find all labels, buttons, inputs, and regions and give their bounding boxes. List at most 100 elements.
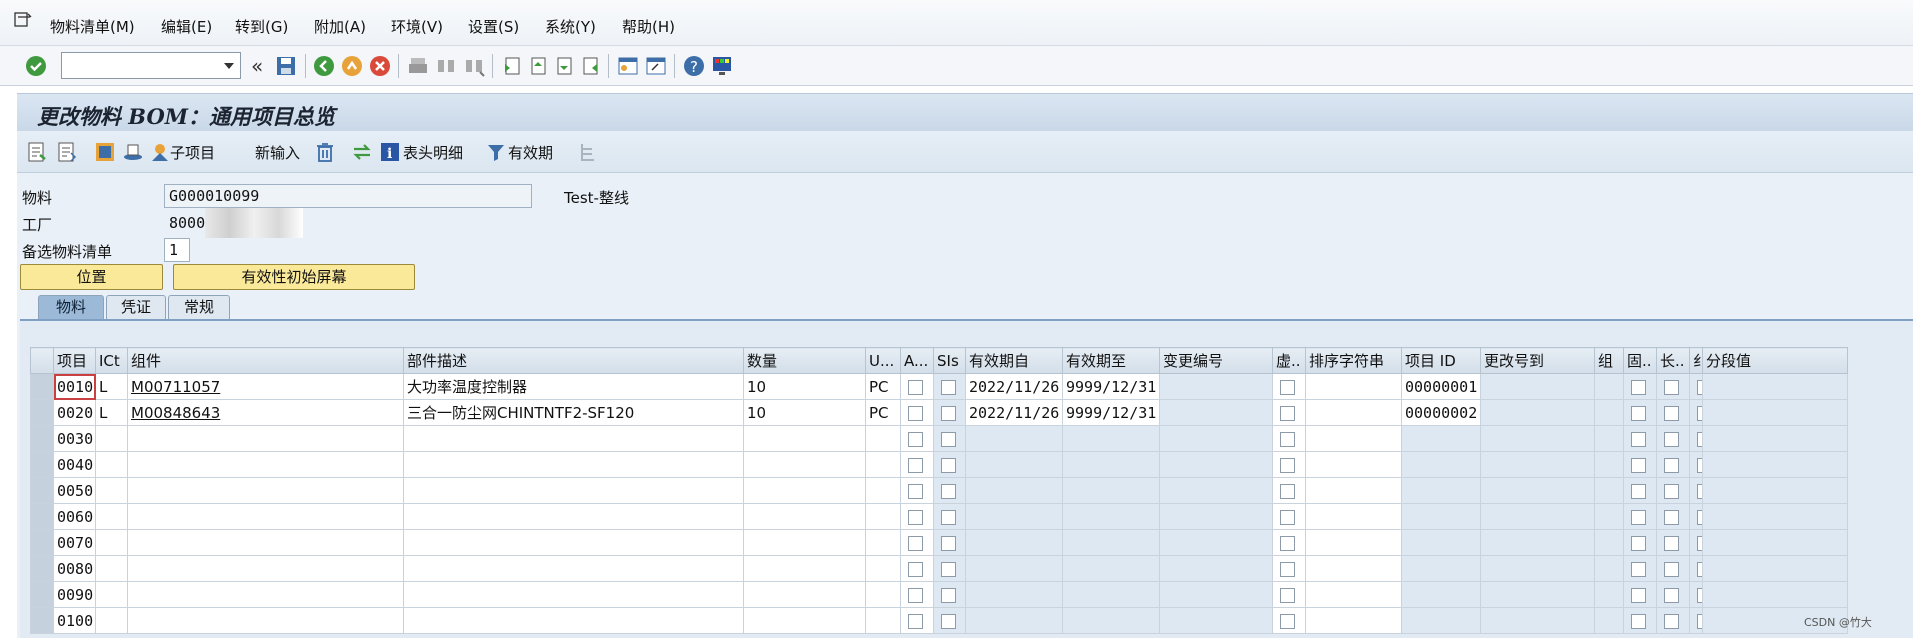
cell-narrow[interactable] — [1689, 607, 1703, 634]
cell-group[interactable] — [1594, 529, 1624, 556]
menu-extras[interactable]: 附加(A) — [314, 16, 366, 37]
cell-group[interactable] — [1594, 555, 1624, 582]
checkbox[interactable] — [1697, 457, 1702, 473]
checkbox[interactable] — [1664, 431, 1679, 447]
row-selector[interactable] — [30, 425, 54, 452]
cell-item[interactable]: 0060 — [53, 503, 96, 530]
cell-item-id[interactable] — [1401, 555, 1481, 582]
checkbox[interactable] — [1280, 613, 1295, 629]
cell-valid-from[interactable] — [965, 477, 1063, 504]
cell-ict[interactable] — [95, 529, 128, 556]
shortcut-icon[interactable] — [644, 54, 668, 78]
cell-narrow[interactable] — [1689, 373, 1703, 400]
checkbox[interactable] — [1664, 535, 1679, 551]
cell-description[interactable] — [403, 555, 744, 582]
cell-unit[interactable] — [865, 477, 901, 504]
alt-bom-field[interactable]: 1 — [164, 238, 190, 262]
cell-change-number[interactable] — [1159, 607, 1273, 634]
cell-component[interactable]: M00711057 — [127, 373, 404, 400]
checkbox[interactable] — [1280, 431, 1295, 447]
cell-component[interactable] — [127, 607, 404, 634]
cell-segment-value[interactable] — [1702, 373, 1848, 400]
cell-quantity[interactable] — [743, 555, 866, 582]
cell-sls[interactable] — [933, 607, 966, 634]
cell-sort-string[interactable] — [1305, 399, 1402, 426]
cell-narrow[interactable] — [1689, 529, 1703, 556]
cell-ict[interactable] — [95, 451, 128, 478]
cell-segment-value[interactable] — [1702, 399, 1848, 426]
col-change-number[interactable]: 变更编号 — [1159, 347, 1273, 374]
checkbox[interactable] — [908, 431, 923, 447]
cell-item-id[interactable] — [1401, 581, 1481, 608]
menu-help[interactable]: 帮助(H) — [622, 16, 675, 37]
cell-change-number[interactable] — [1159, 373, 1273, 400]
cell-sort-string[interactable] — [1305, 581, 1402, 608]
cell-unit[interactable]: PC — [865, 373, 901, 400]
cell-assembly[interactable] — [900, 451, 934, 478]
cell-sort-string[interactable] — [1305, 373, 1402, 400]
cell-sort-string[interactable] — [1305, 425, 1402, 452]
other-bom-icon[interactable] — [56, 141, 78, 163]
cell-item-id[interactable] — [1401, 477, 1481, 504]
cell-quantity[interactable] — [743, 477, 866, 504]
checkbox[interactable] — [1280, 509, 1295, 525]
cell-component[interactable] — [127, 477, 404, 504]
cell-sls[interactable] — [933, 399, 966, 426]
cell-ict[interactable] — [95, 555, 128, 582]
cell-fixed[interactable] — [1623, 477, 1657, 504]
cell-fixed[interactable] — [1623, 555, 1657, 582]
checkbox[interactable] — [941, 457, 956, 473]
cell-item-id[interactable] — [1401, 529, 1481, 556]
row-selector[interactable] — [30, 477, 54, 504]
cell-fixed[interactable] — [1623, 529, 1657, 556]
checkbox[interactable] — [1631, 483, 1646, 499]
row-selector[interactable] — [30, 373, 54, 400]
cell-valid-from[interactable] — [965, 529, 1063, 556]
cell-component[interactable] — [127, 451, 404, 478]
cell-fixed[interactable] — [1623, 399, 1657, 426]
checkbox[interactable] — [1631, 431, 1646, 447]
cell-long[interactable] — [1656, 477, 1690, 504]
cell-item-id[interactable] — [1401, 425, 1481, 452]
hierarchy-icon[interactable] — [577, 141, 597, 163]
cell-item[interactable]: 0030 — [53, 425, 96, 452]
cell-assembly[interactable] — [900, 503, 934, 530]
cell-component[interactable] — [127, 503, 404, 530]
cell-assembly[interactable] — [900, 477, 934, 504]
cell-description[interactable] — [403, 503, 744, 530]
validity-initial-screen-button[interactable]: 有效性初始屏幕 — [173, 264, 415, 290]
checkbox[interactable] — [908, 613, 923, 629]
cell-sort-string[interactable] — [1305, 477, 1402, 504]
cell-phantom[interactable] — [1272, 477, 1306, 504]
menu-edit[interactable]: 编辑(E) — [161, 16, 212, 37]
cell-ict[interactable]: L — [95, 399, 128, 426]
cell-valid-from[interactable] — [965, 451, 1063, 478]
checkbox[interactable] — [1631, 587, 1646, 603]
checkbox[interactable] — [908, 483, 923, 499]
cell-valid-to[interactable] — [1062, 555, 1160, 582]
cell-quantity[interactable]: 10 — [743, 399, 866, 426]
cell-change-number[interactable] — [1159, 503, 1273, 530]
cell-quantity[interactable] — [743, 425, 866, 452]
cell-valid-from[interactable] — [965, 503, 1063, 530]
cell-valid-to[interactable] — [1062, 529, 1160, 556]
cell-assembly[interactable] — [900, 425, 934, 452]
col-segment-value[interactable]: 分段值 — [1702, 347, 1848, 374]
checkbox[interactable] — [1631, 613, 1646, 629]
cell-sls[interactable] — [933, 555, 966, 582]
cell-segment-value[interactable] — [1702, 503, 1848, 530]
checkbox[interactable] — [908, 405, 923, 421]
cell-change-number[interactable] — [1159, 529, 1273, 556]
cell-sls[interactable] — [933, 451, 966, 478]
checkbox[interactable] — [908, 587, 923, 603]
cell-phantom[interactable] — [1272, 503, 1306, 530]
checkbox[interactable] — [1631, 379, 1646, 395]
col-item-id[interactable]: 项目 ID — [1401, 347, 1481, 374]
cell-phantom[interactable] — [1272, 581, 1306, 608]
cell-long[interactable] — [1656, 399, 1690, 426]
cell-long[interactable] — [1656, 607, 1690, 634]
row-selector[interactable] — [30, 399, 54, 426]
cell-group[interactable] — [1594, 451, 1624, 478]
cell-quantity[interactable] — [743, 451, 866, 478]
cell-change-to[interactable] — [1480, 373, 1595, 400]
